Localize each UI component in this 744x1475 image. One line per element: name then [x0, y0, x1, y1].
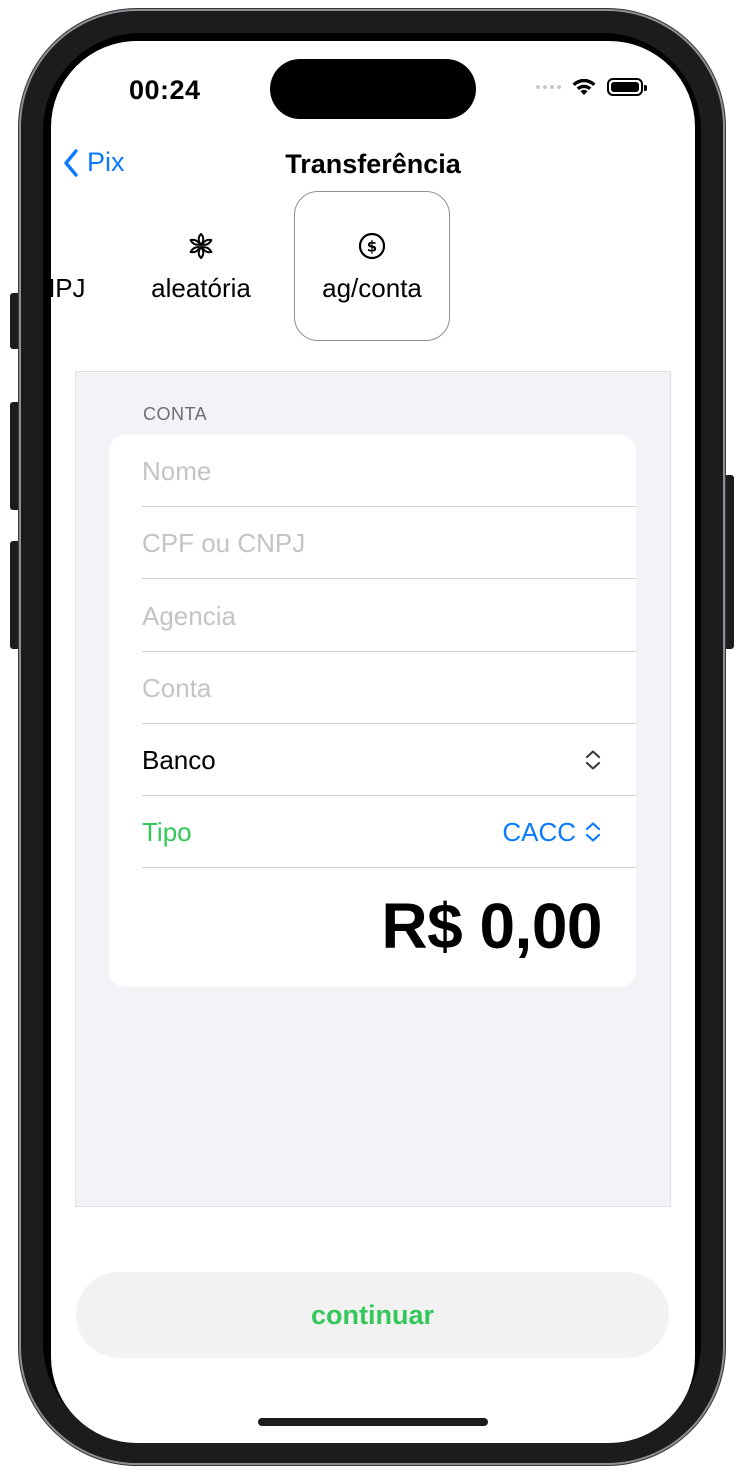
- chevron-up-down-icon: [585, 750, 601, 770]
- cpf-cnpj-placeholder: CPF ou CNPJ: [142, 527, 306, 558]
- conta-placeholder: Conta: [142, 672, 212, 703]
- conta-field[interactable]: Conta: [142, 652, 636, 724]
- key-type-label: NPJ: [51, 272, 86, 303]
- cellular-signal-icon: [536, 85, 561, 89]
- tipo-label: Tipo: [142, 816, 192, 847]
- nome-field[interactable]: Nome: [142, 435, 636, 507]
- banco-picker[interactable]: Banco: [142, 724, 636, 796]
- continue-label: continuar: [310, 1299, 434, 1330]
- asterisk-icon: [186, 229, 216, 263]
- tipo-value: CACC: [502, 816, 576, 847]
- agencia-field[interactable]: Agencia: [142, 580, 636, 652]
- account-form-card: Nome CPF ou CNPJ Agencia Conta Banco Tip…: [109, 435, 636, 987]
- nome-placeholder: Nome: [142, 455, 212, 486]
- status-time: 00:24: [129, 75, 201, 105]
- chevron-up-down-icon: [585, 822, 601, 842]
- continue-button[interactable]: continuar: [76, 1272, 669, 1358]
- home-indicator[interactable]: [258, 1418, 488, 1426]
- page-title: Transferência: [285, 149, 461, 179]
- battery-icon: [607, 78, 647, 96]
- cpf-cnpj-field[interactable]: CPF ou CNPJ: [142, 507, 636, 579]
- svg-text:$: $: [367, 237, 377, 255]
- wifi-icon: [572, 78, 596, 95]
- section-header: CONTA: [143, 404, 208, 424]
- key-type-aleatoria[interactable]: aleatória: [121, 191, 281, 341]
- key-type-label: ag/conta: [322, 272, 422, 303]
- screen: 00:24 Pix Transferência NPJ: [51, 41, 695, 1443]
- key-type-agconta[interactable]: $ ag/conta: [294, 191, 450, 341]
- dynamic-island: [270, 59, 476, 119]
- key-type-cnpj[interactable]: NPJ: [51, 191, 131, 341]
- tipo-picker[interactable]: Tipo CACC: [142, 796, 636, 868]
- amount-display[interactable]: R$ 0,00: [381, 889, 602, 963]
- status-icons: [536, 77, 647, 97]
- power-button: [724, 475, 734, 649]
- banco-label: Banco: [142, 744, 216, 775]
- key-type-label: aleatória: [151, 272, 251, 303]
- agencia-placeholder: Agencia: [142, 600, 236, 631]
- dollar-circle-icon: $: [357, 229, 387, 263]
